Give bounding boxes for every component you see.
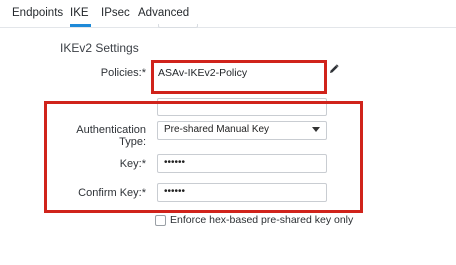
policies-highlight — [151, 60, 327, 94]
confirm-key-label: Confirm Key:* — [78, 187, 146, 199]
policies-label: Policies:* — [100, 67, 146, 79]
tab-menu-remnant — [158, 24, 198, 28]
tab-endpoints[interactable]: Endpoints — [12, 7, 63, 19]
auth-type-select[interactable]: Pre-shared Manual Key — [157, 121, 327, 140]
enforce-hex-label: Enforce hex-based pre-shared key only — [170, 214, 354, 226]
section-title: IKEv2 Settings — [60, 41, 139, 55]
key-input[interactable]: •••••• — [157, 154, 327, 173]
chevron-down-icon — [312, 127, 320, 132]
tab-bar: Endpoints IKE IPsec Advanced — [0, 0, 456, 28]
tab-advanced[interactable]: Advanced — [138, 7, 189, 19]
confirm-key-input[interactable]: •••••• — [157, 183, 327, 202]
auth-type-label: Authentication Type: — [76, 124, 146, 148]
key-masked-value: •••••• — [164, 157, 186, 168]
active-tab-indicator — [70, 24, 91, 27]
enforce-hex-checkbox[interactable] — [155, 215, 166, 226]
auth-type-value: Pre-shared Manual Key — [164, 124, 270, 135]
tab-ike[interactable]: IKE — [70, 7, 89, 19]
confirm-key-masked-value: •••••• — [164, 186, 186, 197]
tab-ipsec[interactable]: IPsec — [101, 7, 130, 19]
key-label: Key:* — [119, 158, 146, 170]
pencil-icon[interactable] — [329, 64, 339, 74]
